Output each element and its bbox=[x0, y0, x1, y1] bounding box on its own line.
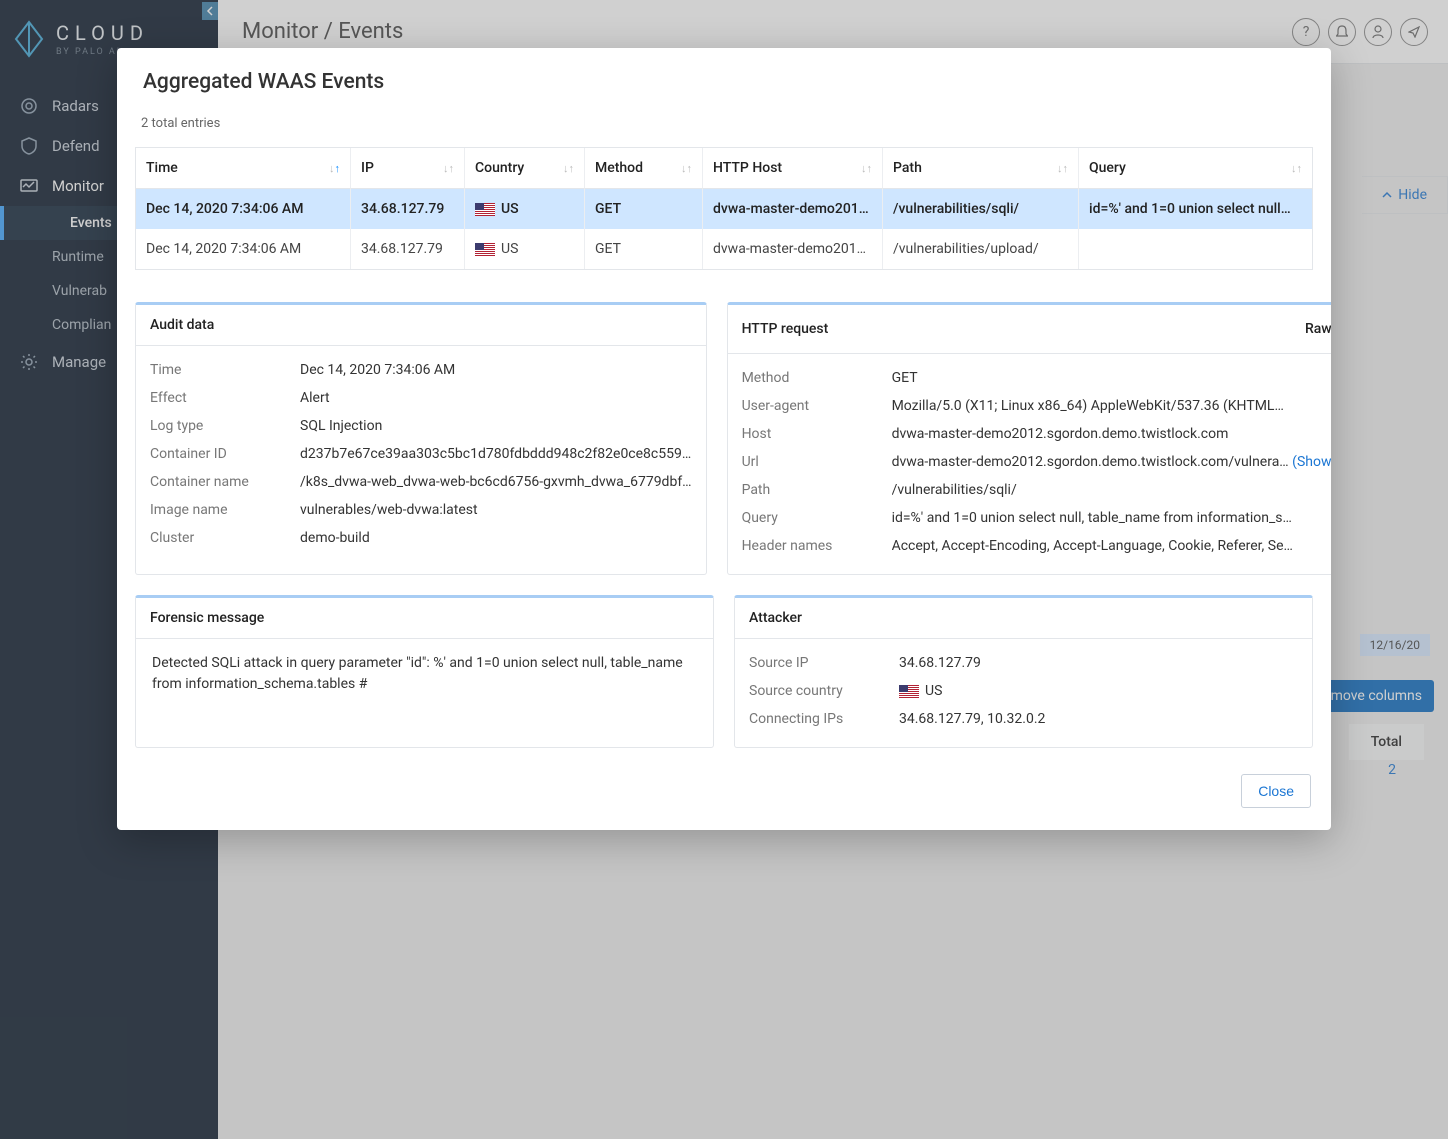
kv-value: /k8s_dvwa-web_dvwa-web-bc6cd6756-gxvmh_d… bbox=[300, 474, 692, 490]
audit-data-panel: Audit data TimeDec 14, 2020 7:34:06 AM E… bbox=[135, 302, 707, 575]
kv-value: id=%' and 1=0 union select null, table_n… bbox=[892, 510, 1292, 526]
th-label: IP bbox=[361, 160, 374, 176]
th-label: HTTP Host bbox=[713, 160, 782, 176]
show-decoded-link[interactable]: (Show decoded) bbox=[1292, 454, 1331, 470]
entry-count: 2 total entries bbox=[141, 116, 1313, 131]
kv-value: vulnerables/web-dvwa:latest bbox=[300, 502, 478, 518]
kv-key: Effect bbox=[150, 390, 300, 406]
panel-title: Forensic message bbox=[150, 610, 264, 626]
kv-key: Source country bbox=[749, 683, 899, 699]
th-ip[interactable]: IP ↓↑ bbox=[351, 148, 465, 189]
th-path[interactable]: Path ↓↑ bbox=[883, 148, 1079, 189]
kv-value: Mozilla/5.0 (X11; Linux x86_64) AppleWeb… bbox=[892, 398, 1284, 414]
panel-title: HTTP request bbox=[742, 321, 829, 337]
cell-time: Dec 14, 2020 7:34:06 AM bbox=[136, 189, 351, 229]
kv-value: 34.68.127.79 bbox=[899, 655, 981, 671]
kv-value: d237b7e67ce39aa303c5bc1d780fdbddd948c2f8… bbox=[300, 446, 691, 462]
table-row[interactable]: Dec 14, 2020 7:34:06 AM 34.68.127.79 US … bbox=[136, 189, 1312, 229]
raw-toggle[interactable]: Raw Off bbox=[1305, 317, 1331, 341]
kv-key: Query bbox=[742, 510, 892, 526]
kv-key: Path bbox=[742, 482, 892, 498]
raw-label: Raw bbox=[1305, 321, 1331, 337]
modal-title: Aggregated WAAS Events bbox=[143, 70, 1305, 94]
kv-key: Header names bbox=[742, 538, 892, 554]
th-label: Method bbox=[595, 160, 643, 176]
kv-value: dvwa-master-demo2012.sgordon.demo.twistl… bbox=[892, 426, 1229, 442]
th-label: Path bbox=[893, 160, 922, 176]
kv-value: Alert bbox=[300, 390, 330, 406]
kv-value: demo-build bbox=[300, 530, 370, 546]
kv-key: Container ID bbox=[150, 446, 300, 462]
kv-key: Method bbox=[742, 370, 892, 386]
kv-key: Cluster bbox=[150, 530, 300, 546]
flag-us-icon bbox=[475, 203, 495, 216]
cell-country: US bbox=[465, 189, 585, 229]
close-button[interactable]: Close bbox=[1241, 774, 1311, 808]
th-country[interactable]: Country ↓↑ bbox=[465, 148, 585, 189]
country-code: US bbox=[501, 241, 518, 257]
kv-value: dvwa-master-demo2012.sgordon.demo.twistl… bbox=[892, 454, 1331, 470]
cell-method: GET bbox=[585, 229, 703, 269]
cell-query bbox=[1079, 229, 1312, 269]
cell-path: /vulnerabilities/sqli/ bbox=[883, 189, 1079, 229]
kv-key: Host bbox=[742, 426, 892, 442]
cell-host: dvwa-master-demo2012.… bbox=[703, 229, 883, 269]
th-label: Country bbox=[475, 160, 524, 176]
sort-icon: ↓↑ bbox=[861, 162, 872, 175]
cell-query: id=%' and 1=0 union select null… bbox=[1079, 189, 1312, 229]
kv-key: Connecting IPs bbox=[749, 711, 899, 727]
country-code: US bbox=[925, 683, 942, 699]
th-method[interactable]: Method ↓↑ bbox=[585, 148, 703, 189]
table-header: Time ↓↑ IP ↓↑ Country ↓↑ Method ↓↑ HTTP Hos… bbox=[136, 148, 1312, 189]
attacker-panel: Attacker Source IP34.68.127.79 Source co… bbox=[734, 595, 1313, 748]
modal: Aggregated WAAS Events 2 total entries T… bbox=[117, 48, 1331, 830]
th-time[interactable]: Time ↓↑ bbox=[136, 148, 351, 189]
kv-value: /vulnerabilities/sqli/ bbox=[892, 482, 1017, 498]
cell-country: US bbox=[465, 229, 585, 269]
country-code: US bbox=[501, 201, 519, 217]
kv-value: US bbox=[899, 683, 942, 699]
kv-key: Container name bbox=[150, 474, 300, 490]
table-row[interactable]: Dec 14, 2020 7:34:06 AM 34.68.127.79 US … bbox=[136, 229, 1312, 269]
kv-key: Source IP bbox=[749, 655, 899, 671]
cell-ip: 34.68.127.79 bbox=[351, 189, 465, 229]
kv-key: Time bbox=[150, 362, 300, 378]
kv-key: Log type bbox=[150, 418, 300, 434]
modal-header: Aggregated WAAS Events bbox=[117, 48, 1331, 116]
kv-value: Accept, Accept-Encoding, Accept-Language… bbox=[892, 538, 1293, 554]
cell-time: Dec 14, 2020 7:34:06 AM bbox=[136, 229, 351, 269]
sort-icon: ↓↑ bbox=[1057, 162, 1068, 175]
flag-us-icon bbox=[899, 685, 919, 698]
cell-path: /vulnerabilities/upload/ bbox=[883, 229, 1079, 269]
cell-ip: 34.68.127.79 bbox=[351, 229, 465, 269]
events-table: Time ↓↑ IP ↓↑ Country ↓↑ Method ↓↑ HTTP Hos… bbox=[135, 147, 1313, 270]
cell-method: GET bbox=[585, 189, 703, 229]
sort-icon: ↓↑ bbox=[681, 162, 692, 175]
kv-key: Url bbox=[742, 454, 892, 470]
flag-us-icon bbox=[475, 243, 495, 256]
sort-icon: ↓↑ bbox=[329, 162, 340, 175]
sort-icon: ↓↑ bbox=[443, 162, 454, 175]
kv-value: Dec 14, 2020 7:34:06 AM bbox=[300, 362, 455, 378]
kv-key: User-agent bbox=[742, 398, 892, 414]
th-label: Query bbox=[1089, 160, 1126, 176]
th-query[interactable]: Query ↓↑ bbox=[1079, 148, 1312, 189]
th-label: Time bbox=[146, 160, 178, 176]
panel-title: Audit data bbox=[150, 317, 214, 333]
kv-value: SQL Injection bbox=[300, 418, 382, 434]
url-text: dvwa-master-demo2012.sgordon.demo.twistl… bbox=[892, 454, 1289, 470]
th-host[interactable]: HTTP Host ↓↑ bbox=[703, 148, 883, 189]
modal-overlay: Aggregated WAAS Events 2 total entries T… bbox=[0, 0, 1448, 1139]
cell-host: dvwa-master-demo2012.… bbox=[703, 189, 883, 229]
forensic-message-panel: Forensic message Detected SQLi attack in… bbox=[135, 595, 714, 748]
http-request-panel: HTTP request Raw Off MethodGET User-agen… bbox=[727, 302, 1331, 575]
kv-key: Image name bbox=[150, 502, 300, 518]
forensic-text: Detected SQLi attack in query parameter … bbox=[150, 649, 699, 713]
sort-icon: ↓↑ bbox=[563, 162, 574, 175]
kv-value: GET bbox=[892, 370, 918, 386]
panel-title: Attacker bbox=[749, 610, 802, 626]
sort-icon: ↓↑ bbox=[1291, 162, 1302, 175]
kv-value: 34.68.127.79, 10.32.0.2 bbox=[899, 711, 1045, 727]
